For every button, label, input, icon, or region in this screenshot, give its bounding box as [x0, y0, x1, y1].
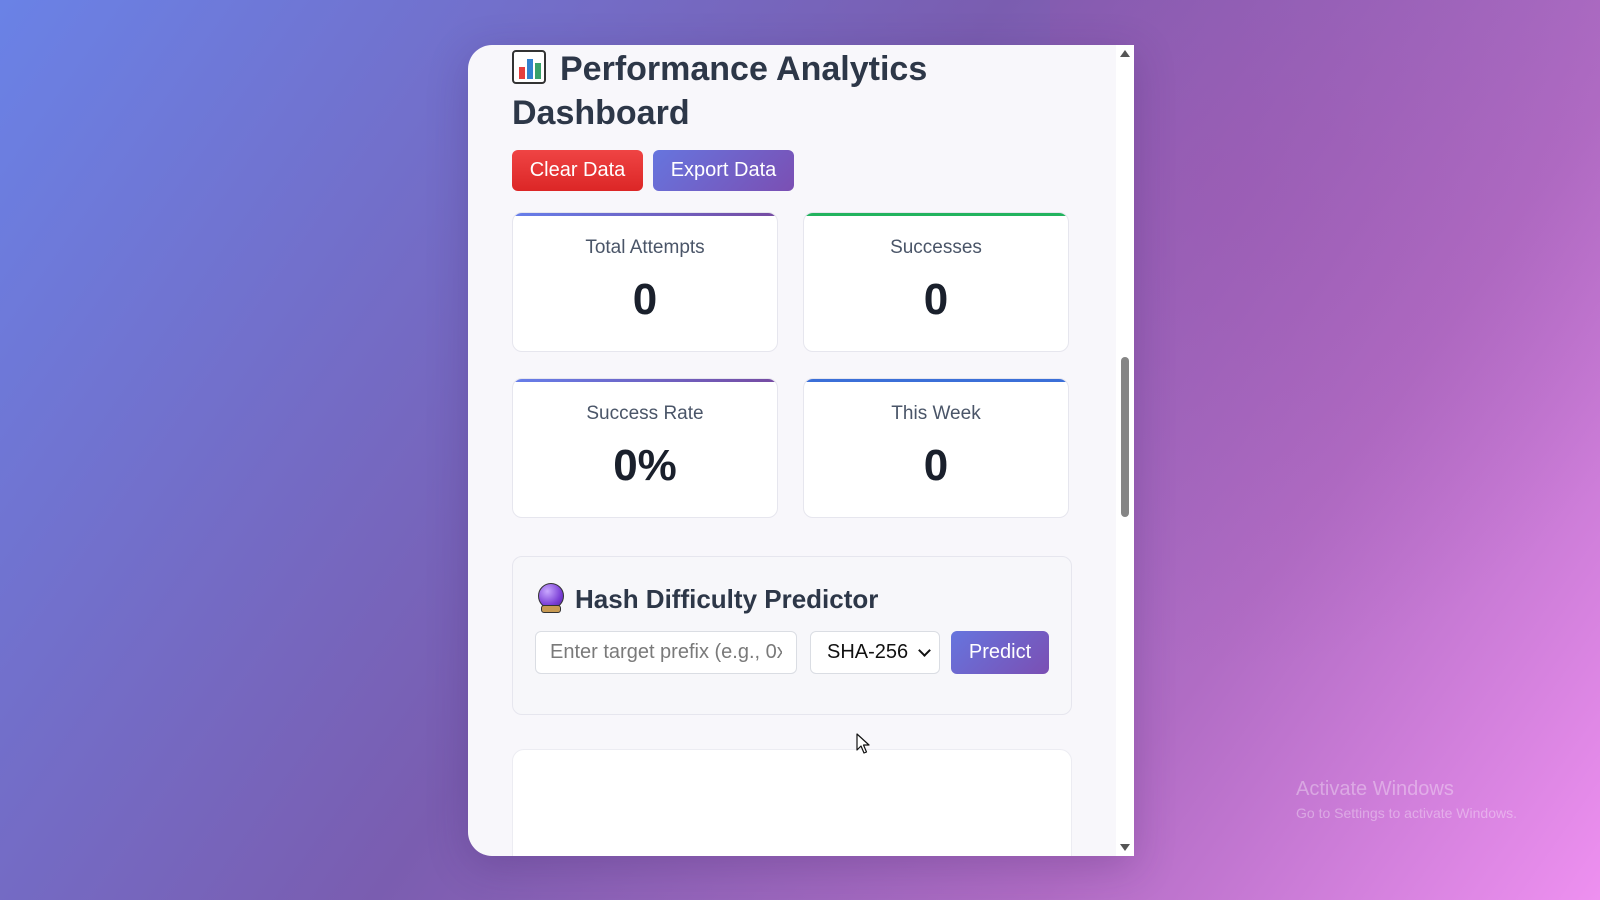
scroll-thumb[interactable]: [1121, 357, 1129, 517]
stat-label: This Week: [891, 403, 981, 424]
clear-data-button[interactable]: Clear Data: [512, 150, 643, 191]
page-title-text: Performance Analytics Dashboard: [512, 50, 928, 132]
crystal-ball-icon: [537, 583, 565, 613]
dashboard-panel: Performance Analytics Dashboard Clear Da…: [468, 45, 1134, 856]
stat-value: 0: [923, 275, 949, 324]
hash-difficulty-predictor: Hash Difficulty Predictor SHA-256 Predic…: [512, 556, 1072, 715]
stat-label: Success Rate: [586, 403, 704, 424]
stat-label: Successes: [890, 237, 982, 258]
stat-card-total-attempts: Total Attempts 0: [512, 212, 778, 352]
vertical-scrollbar[interactable]: [1116, 45, 1134, 856]
stat-value: 0%: [613, 441, 677, 490]
bar-chart-icon: [512, 50, 548, 84]
card-accent-line: [804, 379, 1068, 382]
stat-card-successes: Successes 0: [803, 212, 1069, 352]
chevron-down-icon: [918, 643, 931, 657]
stat-card-success-rate: Success Rate 0%: [512, 378, 778, 518]
scroll-up-icon[interactable]: [1120, 50, 1130, 57]
predictor-title-text: Hash Difficulty Predictor: [575, 584, 879, 614]
card-accent-line: [804, 213, 1068, 216]
predictor-title: Hash Difficulty Predictor: [537, 583, 878, 615]
stat-value: 0: [632, 275, 658, 324]
card-accent-line: [513, 213, 777, 216]
target-prefix-input[interactable]: [535, 631, 797, 674]
chart-container: [512, 749, 1072, 856]
scroll-down-icon[interactable]: [1120, 844, 1130, 851]
mouse-pointer-icon: [856, 733, 870, 754]
selected-algorithm: SHA-256: [827, 641, 909, 663]
predict-button[interactable]: Predict: [951, 631, 1049, 674]
stat-card-this-week: This Week 0: [803, 378, 1069, 518]
export-data-button[interactable]: Export Data: [653, 150, 794, 191]
watermark-line-1: Activate Windows: [1296, 778, 1454, 800]
hash-algorithm-select[interactable]: SHA-256: [810, 631, 940, 674]
page-title: Performance Analytics Dashboard: [512, 47, 972, 135]
stat-value: 0: [923, 441, 949, 490]
windows-activation-watermark: Activate Windows Go to Settings to activ…: [1296, 778, 1517, 821]
watermark-line-2: Go to Settings to activate Windows.: [1296, 805, 1517, 821]
stat-label: Total Attempts: [585, 237, 705, 258]
card-accent-line: [513, 379, 777, 382]
